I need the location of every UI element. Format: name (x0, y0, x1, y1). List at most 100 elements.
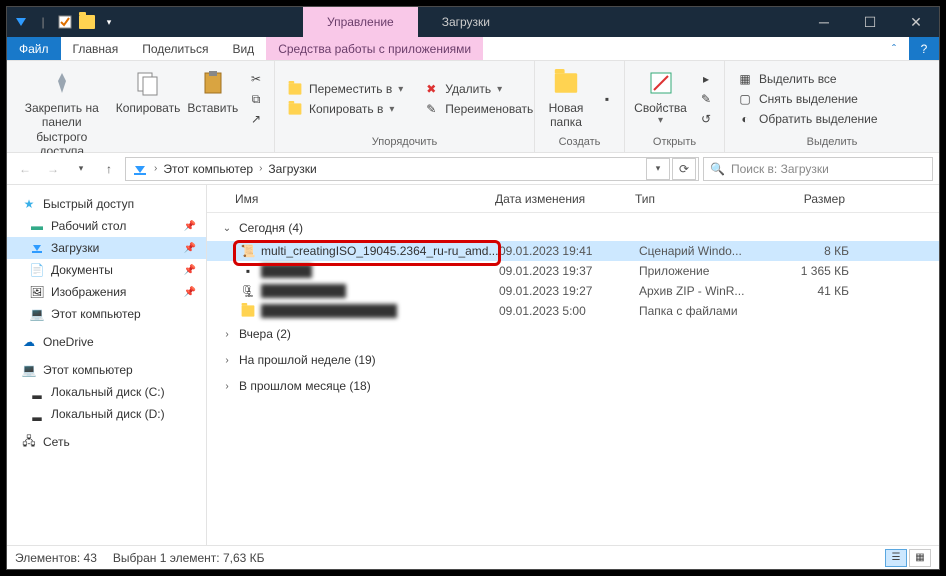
crumb-downloads[interactable]: Загрузки (264, 162, 320, 176)
cloud-icon: ☁ (21, 334, 37, 350)
refresh-button[interactable]: ⟳ (672, 158, 696, 180)
properties-icon (648, 67, 674, 99)
breadcrumb[interactable]: › Этот компьютер › Загрузки ▾ ⟳ (125, 157, 699, 181)
copy-icon (134, 67, 162, 99)
view-details-button[interactable]: ☰ (885, 549, 907, 567)
select-all-icon: ▦ (737, 71, 753, 87)
crumb-thispc[interactable]: Этот компьютер (159, 162, 257, 176)
pin-icon: 📌 (184, 287, 196, 298)
copy-path-button[interactable]: ⧉ (246, 89, 266, 109)
file-row[interactable]: ▪ ██████ 09.01.2023 19:37 Приложение 1 3… (207, 261, 939, 281)
rename-button[interactable]: ✎Переименовать (421, 99, 535, 119)
ribbon: Закрепить на панели быстрого доступа Коп… (7, 61, 939, 153)
network-icon: 🖧 (21, 434, 37, 450)
maximize-button[interactable]: ☐ (847, 7, 893, 37)
sidebar-documents[interactable]: 📄Документы📌 (7, 259, 206, 281)
rename-icon: ✎ (423, 101, 439, 117)
new-item-button[interactable]: ▪ (597, 89, 617, 109)
status-bar: Элементов: 43 Выбран 1 элемент: 7,63 КБ … (7, 545, 939, 569)
help-button[interactable]: ? (909, 37, 939, 60)
dropdown-icon[interactable]: ▾ (101, 14, 117, 30)
file-row[interactable]: 📜 multi_creatingISO_19045.2364_ru-ru_amd… (207, 241, 939, 261)
group-lastmonth[interactable]: ›В прошлом месяце (18) (207, 373, 939, 399)
sidebar-desktop[interactable]: ▬Рабочий стол📌 (7, 215, 206, 237)
file-date: 09.01.2023 19:41 (499, 244, 639, 258)
delete-button[interactable]: ✖Удалить ▾ (421, 79, 535, 99)
pin-icon: 📌 (184, 243, 196, 254)
sep-icon: | (35, 14, 51, 30)
select-none-icon: ▢ (737, 91, 753, 107)
file-list: Имя Дата изменения Тип Размер ⌄Сегодня (… (207, 185, 939, 545)
down-arrow-icon[interactable] (13, 14, 29, 30)
delete-icon: ✖ (423, 81, 439, 97)
move-to-button[interactable]: Переместить в ▾ (285, 79, 405, 99)
sidebar-quick-access[interactable]: ★Быстрый доступ (7, 193, 206, 215)
copy-to-button[interactable]: Копировать в ▾ (285, 99, 405, 119)
folder-icon (239, 303, 257, 319)
move-icon (287, 81, 303, 97)
back-button[interactable]: ← (13, 157, 37, 181)
select-all-button[interactable]: ▦Выделить все (735, 69, 880, 89)
tab-home[interactable]: Главная (61, 37, 131, 60)
history-button[interactable]: ↺ (696, 109, 716, 129)
minimize-button[interactable]: ─ (801, 7, 847, 37)
close-button[interactable]: ✕ (893, 7, 939, 37)
tab-view[interactable]: Вид (220, 37, 266, 60)
sidebar-network[interactable]: 🖧Сеть (7, 431, 206, 453)
sidebar-onedrive[interactable]: ☁OneDrive (7, 331, 206, 353)
selection-info: Выбран 1 элемент: 7,63 КБ (113, 551, 265, 565)
forward-button[interactable]: → (41, 157, 65, 181)
up-button[interactable]: ↑ (97, 157, 121, 181)
search-icon: 🔍 (710, 162, 725, 176)
folder-icon[interactable] (79, 14, 95, 30)
script-icon: 📜 (239, 243, 257, 259)
group-lastweek[interactable]: ›На прошлой неделе (19) (207, 347, 939, 373)
context-tab-manage[interactable]: Управление (303, 7, 418, 37)
pin-icon (48, 67, 76, 99)
file-type: Сценарий Windo... (639, 244, 769, 258)
col-size[interactable]: Размер (765, 192, 845, 206)
tab-share[interactable]: Поделиться (130, 37, 220, 60)
edit-button[interactable]: ✎ (696, 89, 716, 109)
copy-button[interactable]: Копировать (113, 63, 184, 115)
view-icons-button[interactable]: ▦ (909, 549, 931, 567)
ribbon-tabs: Файл Главная Поделиться Вид Средства раб… (7, 37, 939, 61)
group-today[interactable]: ⌄Сегодня (4) (207, 215, 939, 241)
paste-shortcut-button[interactable]: ↗ (246, 109, 266, 129)
open-button[interactable]: ▸ (696, 69, 716, 89)
invert-selection-button[interactable]: ◐Обратить выделение (735, 109, 880, 129)
sidebar-disk-c[interactable]: ▂Локальный диск (C:) (7, 381, 206, 403)
file-row[interactable]: ████████████████ 09.01.2023 5:00 Папка с… (207, 301, 939, 321)
col-name[interactable]: Имя (235, 192, 495, 206)
shortcut-icon: ↗ (248, 111, 264, 127)
recent-button[interactable]: ▾ (69, 157, 93, 181)
zip-icon: 🗜 (239, 283, 257, 299)
search-input[interactable]: 🔍 Поиск в: Загрузки (703, 157, 933, 181)
ribbon-collapse[interactable]: ˆ (879, 37, 909, 60)
group-yesterday[interactable]: ›Вчера (2) (207, 321, 939, 347)
tab-file[interactable]: Файл (7, 37, 61, 60)
select-none-button[interactable]: ▢Снять выделение (735, 89, 880, 109)
cut-button[interactable]: ✂ (246, 69, 266, 89)
drive-icon: ▂ (29, 384, 45, 400)
tab-app-tools[interactable]: Средства работы с приложениями (266, 37, 483, 60)
sidebar-pictures[interactable]: 🖼Изображения📌 (7, 281, 206, 303)
column-headers[interactable]: Имя Дата изменения Тип Размер (207, 185, 939, 213)
checkbox-icon[interactable] (57, 14, 73, 30)
history-dropdown[interactable]: ▾ (646, 158, 670, 180)
downloads-icon (128, 161, 152, 177)
file-name: multi_creatingISO_19045.2364_ru-ru_amd..… (261, 244, 499, 258)
col-date[interactable]: Дата изменения (495, 192, 635, 206)
download-icon (29, 240, 45, 256)
sidebar-downloads[interactable]: Загрузки📌 (7, 237, 206, 259)
sidebar-thispc-q[interactable]: 💻Этот компьютер (7, 303, 206, 325)
properties-button[interactable]: Свойства▾ (629, 63, 692, 127)
group-organize: Упорядочить (279, 136, 530, 152)
sidebar-disk-d[interactable]: ▂Локальный диск (D:) (7, 403, 206, 425)
new-folder-button[interactable]: Новая папка (539, 63, 593, 130)
sidebar-thispc[interactable]: 💻Этот компьютер (7, 359, 206, 381)
pin-to-quick-access[interactable]: Закрепить на панели быстрого доступа (11, 63, 113, 159)
paste-button[interactable]: Вставить (184, 63, 242, 115)
file-row[interactable]: 🗜 ██████████ 09.01.2023 19:27 Архив ZIP … (207, 281, 939, 301)
col-type[interactable]: Тип (635, 192, 765, 206)
